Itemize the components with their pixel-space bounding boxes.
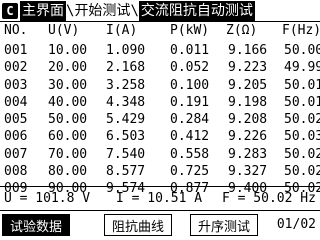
- power-cell: 0.725: [170, 164, 210, 180]
- breadcrumb-ac-impedance-test: 交流阻抗自动测试: [138, 0, 255, 21]
- impedance-cell: 9.205: [228, 77, 268, 93]
- current-cell: 5.429: [106, 112, 146, 128]
- data-table: NO. U(V) I(A) P(kW) Z(Ω) F(Hz) 001 10.00 1…: [0, 22, 320, 196]
- bottom-bar: 试验数据 阻抗曲线 升序测试 01/02: [0, 210, 320, 240]
- table-row: 001 10.00 1.090 0.011 9.166 50.00: [0, 42, 320, 59]
- table-row: 007 70.00 7.540 0.558 9.283 50.02: [0, 146, 320, 163]
- impedance-cell: 9.198: [228, 94, 268, 110]
- current-cell: 6.503: [106, 129, 146, 145]
- frequency-cell: 50.01: [284, 94, 320, 110]
- power-cell: 0.191: [170, 94, 210, 110]
- current-cell: 1.090: [106, 43, 146, 58]
- breadcrumb-separator: \: [130, 2, 139, 19]
- voltage-cell: 30.00: [48, 77, 88, 93]
- no-cell: 008: [4, 164, 28, 180]
- current-readout: I = 10.51 A: [116, 191, 203, 206]
- power-cell: 0.284: [170, 112, 210, 128]
- no-cell: 001: [4, 43, 28, 58]
- table-row: 004 40.00 4.348 0.191 9.198 50.01: [0, 94, 320, 111]
- header-voltage: U(V): [48, 23, 80, 38]
- current-cell: 3.258: [106, 77, 146, 93]
- app-logo-icon: C: [2, 2, 18, 19]
- voltage-cell: 80.00: [48, 164, 88, 180]
- frequency-cell: 49.99: [284, 60, 320, 76]
- table-row: 006 60.00 6.503 0.412 9.226 50.03: [0, 128, 320, 145]
- ascending-test-button[interactable]: 升序测试: [190, 214, 258, 236]
- frequency-cell: 50.02: [284, 112, 320, 128]
- current-cell: 4.348: [106, 94, 146, 110]
- impedance-curve-button[interactable]: 阻抗曲线: [104, 214, 172, 236]
- table-row: 005 50.00 5.429 0.284 9.208 50.02: [0, 111, 320, 128]
- frequency-cell: 50.01: [284, 77, 320, 93]
- frequency-readout: F = 50.02 Hz: [222, 191, 316, 206]
- impedance-cell: 9.208: [228, 112, 268, 128]
- test-data-button[interactable]: 试验数据: [2, 214, 70, 236]
- frequency-cell: 50.02: [284, 146, 320, 162]
- impedance-cell: 9.226: [228, 129, 268, 145]
- impedance-cell: 9.327: [228, 164, 268, 180]
- header-frequency: F(Hz): [282, 23, 320, 38]
- voltage-cell: 40.00: [48, 94, 88, 110]
- power-cell: 0.052: [170, 60, 210, 76]
- impedance-cell: 9.283: [228, 146, 268, 162]
- header-impedance: Z(Ω): [226, 23, 258, 38]
- frequency-cell: 50.03: [284, 129, 320, 145]
- table-row: 008 80.00 8.577 0.725 9.327 50.02: [0, 163, 320, 180]
- header-power: P(kW): [170, 23, 210, 38]
- live-readout: U = 101.8 V I = 10.51 A F = 50.02 Hz: [0, 186, 320, 210]
- voltage-cell: 50.00: [48, 112, 88, 128]
- power-cell: 0.100: [170, 77, 210, 93]
- voltage-cell: 20.00: [48, 60, 88, 76]
- breadcrumb-start-test[interactable]: 开始测试: [74, 1, 130, 21]
- frequency-cell: 50.02: [284, 164, 320, 180]
- no-cell: 006: [4, 129, 28, 145]
- table-header: NO. U(V) I(A) P(kW) Z(Ω) F(Hz): [0, 22, 320, 39]
- no-cell: 007: [4, 146, 28, 162]
- current-cell: 7.540: [106, 146, 146, 162]
- voltage-readout: U = 101.8 V: [4, 191, 91, 206]
- power-cell: 0.412: [170, 129, 210, 145]
- header-current: I(A): [106, 23, 138, 38]
- table-row: 003 30.00 3.258 0.100 9.205 50.01: [0, 77, 320, 94]
- voltage-cell: 10.00: [48, 43, 88, 58]
- impedance-cell: 9.166: [228, 43, 268, 58]
- page-indicator: 01/02: [276, 217, 316, 232]
- impedance-cell: 9.223: [228, 60, 268, 76]
- current-cell: 2.168: [106, 60, 146, 76]
- no-cell: 003: [4, 77, 28, 93]
- power-cell: 0.558: [170, 146, 210, 162]
- no-cell: 005: [4, 112, 28, 128]
- no-cell: 004: [4, 94, 28, 110]
- title-bar: C 主界面 \ 开始测试 \ 交流阻抗自动测试: [0, 0, 320, 22]
- header-no: NO.: [4, 23, 28, 38]
- no-cell: 002: [4, 60, 28, 76]
- table-body: 001 10.00 1.090 0.011 9.166 50.00 002 20.00 2.16…: [0, 42, 320, 198]
- frequency-cell: 50.00: [284, 43, 320, 58]
- voltage-cell: 60.00: [48, 129, 88, 145]
- table-row: 002 20.00 2.168 0.052 9.223 49.99: [0, 59, 320, 76]
- voltage-cell: 70.00: [48, 146, 88, 162]
- current-cell: 8.577: [106, 164, 146, 180]
- breadcrumb-main[interactable]: 主界面: [20, 0, 66, 21]
- breadcrumb-separator: \: [66, 2, 75, 19]
- power-cell: 0.011: [170, 43, 210, 58]
